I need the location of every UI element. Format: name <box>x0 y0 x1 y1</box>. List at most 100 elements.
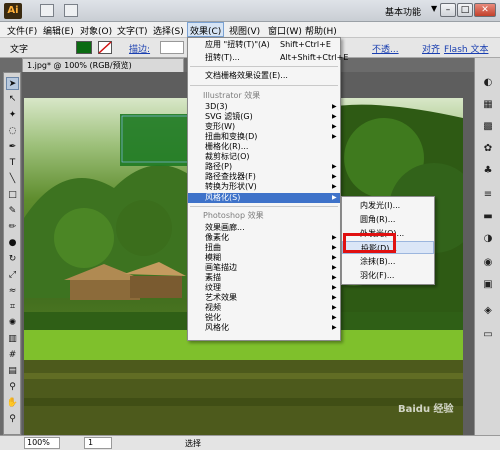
magic-wand-tool-icon[interactable]: ✦ <box>6 109 19 122</box>
ps-video-item[interactable]: 视频 ▶ <box>188 303 340 313</box>
ps-blur-item[interactable]: 模糊 ▶ <box>188 253 340 263</box>
gradient-panel-icon[interactable]: ▬ <box>481 210 495 223</box>
warp-tool-icon[interactable]: ≈ <box>6 285 19 298</box>
artboard-number: 1 <box>88 438 94 447</box>
last-effect-item[interactable]: 扭转(T)... Alt+Shift+Ctrl+E <box>188 53 348 63</box>
menu-separator <box>190 206 338 207</box>
ps-distort-item[interactable]: 扭曲 ▶ <box>188 243 340 253</box>
menu-file[interactable]: 文件(F) <box>7 24 37 37</box>
line-tool-icon[interactable]: ╲ <box>6 173 19 186</box>
stroke-label[interactable]: 描边: <box>129 42 150 55</box>
fill-color-swatch[interactable] <box>76 41 92 54</box>
paintbrush-tool-icon[interactable]: ✎ <box>6 205 19 218</box>
minimize-button[interactable]: – <box>440 3 456 17</box>
menu-type[interactable]: 文字(T) <box>117 24 148 37</box>
pen-tool-icon[interactable]: ✒ <box>6 141 19 154</box>
effect-menu: 应用 "扭转(T)"(A) Shift+Ctrl+E 扭转(T)... Alt+… <box>187 37 348 341</box>
pencil-tool-icon[interactable]: ✏ <box>6 221 19 234</box>
toolbox: ➤ ↖ ✦ ◌ ✒ T ╲ □ ✎ ✏ ● ↻ ⤢ ≈ ⌗ ✺ ▥ # ▤ ⚲ … <box>3 72 21 435</box>
scribble-item[interactable]: 涂抹(B)... <box>342 255 434 268</box>
color-panel-icon[interactable]: ◐ <box>481 76 495 89</box>
artboards-panel-icon[interactable]: ▭ <box>481 328 495 341</box>
layers-panel-icon[interactable]: ◈ <box>481 304 495 317</box>
feather-item[interactable]: 羽化(F)... <box>342 269 434 282</box>
align-link[interactable]: 对齐 <box>422 42 440 55</box>
round-corners-item[interactable]: 圆角(R)... <box>342 213 434 226</box>
eyedropper-tool-icon[interactable]: ⚲ <box>6 381 19 394</box>
app-logo: Ai <box>4 3 22 19</box>
symbol-sprayer-tool-icon[interactable]: ✺ <box>6 317 19 330</box>
effect-path-item[interactable]: 路径(P) ▶ <box>188 162 340 172</box>
menu-help[interactable]: 帮助(H) <box>305 24 337 37</box>
graphic-styles-panel-icon[interactable]: ▣ <box>481 278 495 291</box>
ps-effect-gallery-item[interactable]: 效果画廊... <box>188 223 340 233</box>
lasso-tool-icon[interactable]: ◌ <box>6 125 19 138</box>
stroke-weight-input[interactable] <box>160 41 184 54</box>
apply-last-effect-item[interactable]: 应用 "扭转(T)"(A) Shift+Ctrl+E <box>188 40 340 50</box>
menu-separator <box>190 66 338 67</box>
illustrator-effects-header: Illustrator 效果 <box>203 91 261 100</box>
mesh-tool-icon[interactable]: # <box>6 349 19 362</box>
rectangle-tool-icon[interactable]: □ <box>6 189 19 202</box>
maximize-button[interactable]: □ <box>457 3 473 17</box>
graph-tool-icon[interactable]: ▥ <box>6 333 19 346</box>
ps-texture-item[interactable]: 纹理 ▶ <box>188 283 340 293</box>
raster-settings-item[interactable]: 文档栅格效果设置(E)... <box>188 71 340 81</box>
bridge-icon[interactable] <box>40 4 54 17</box>
ps-artistic-item[interactable]: 艺术效果 ▶ <box>188 293 340 303</box>
brushes-panel-icon[interactable]: ✿ <box>481 142 495 155</box>
effect-convert-to-shape-item[interactable]: 转换为形状(V) ▶ <box>188 182 340 192</box>
zoom-tool-icon[interactable]: ⚲ <box>6 413 19 426</box>
tool-name-label: 文字 <box>10 45 29 55</box>
appearance-panel-icon[interactable]: ◉ <box>481 256 495 269</box>
current-tool-status: 选择 <box>185 439 201 448</box>
direct-selection-tool-icon[interactable]: ↖ <box>6 93 19 106</box>
inner-glow-item[interactable]: 内发光(I)... <box>342 199 434 212</box>
effect-warp-item[interactable]: 变形(W) ▶ <box>188 122 340 132</box>
menu-edit[interactable]: 编辑(E) <box>43 24 74 37</box>
ps-pixelate-item[interactable]: 像素化 ▶ <box>188 233 340 243</box>
ps-sharpen-item[interactable]: 锐化 ▶ <box>188 313 340 323</box>
scale-tool-icon[interactable]: ⤢ <box>6 269 19 282</box>
menu-bar: 文件(F) 编辑(E) 对象(O) 文字(T) 选择(S) 效果(C) 视图(V… <box>0 22 500 38</box>
title-bar: Ai 基本功能 ▼ – □ ✕ <box>0 0 500 22</box>
zoom-value: 100% <box>27 438 50 447</box>
workspace-switcher[interactable]: 基本功能 <box>385 5 421 18</box>
effect-rasterize-item[interactable]: 栅格化(R)... <box>188 142 340 152</box>
stroke-panel-icon[interactable]: ≡ <box>481 188 495 201</box>
symbols-panel-icon[interactable]: ♣ <box>481 164 495 177</box>
menu-view[interactable]: 视图(V) <box>229 24 260 37</box>
panel-dock: ◐ ▦ ▩ ✿ ♣ ≡ ▬ ◑ ◉ ▣ ◈ ▭ <box>474 58 500 435</box>
menu-object[interactable]: 对象(O) <box>80 24 112 37</box>
effect-3d-item[interactable]: 3D(3) ▶ <box>188 102 340 112</box>
ps-stylize-item[interactable]: 风格化 ▶ <box>188 323 340 333</box>
effect-svg-filters-item[interactable]: SVG 滤镜(G) ▶ <box>188 112 340 122</box>
effect-crop-marks-item[interactable]: 裁剪标记(O) <box>188 152 340 162</box>
effect-distort-transform-item[interactable]: 扭曲和变换(D) ▶ <box>188 132 340 142</box>
menu-window[interactable]: 窗口(W) <box>268 24 302 37</box>
swatches-panel-icon[interactable]: ▩ <box>481 120 495 133</box>
menu-select[interactable]: 选择(S) <box>153 24 184 37</box>
transparency-panel-icon[interactable]: ◑ <box>481 232 495 245</box>
photoshop-effects-header: Photoshop 效果 <box>203 211 264 220</box>
type-tool-icon[interactable]: T <box>6 157 19 170</box>
arrange-documents-icon[interactable] <box>64 4 78 17</box>
selection-tool-icon[interactable]: ➤ <box>6 77 19 90</box>
opacity-link[interactable]: 不透... <box>372 42 399 55</box>
menu-effect[interactable]: 效果(C) <box>187 22 225 37</box>
ps-brush-strokes-item[interactable]: 画笔描边 ▶ <box>188 263 340 273</box>
ps-sketch-item[interactable]: 素描 ▶ <box>188 273 340 283</box>
hand-tool-icon[interactable]: ✋ <box>6 397 19 410</box>
effect-pathfinder-item[interactable]: 路径查找器(F) ▶ <box>188 172 340 182</box>
free-transform-tool-icon[interactable]: ⌗ <box>6 301 19 314</box>
chevron-down-icon[interactable]: ▼ <box>431 4 437 13</box>
blob-brush-tool-icon[interactable]: ● <box>6 237 19 250</box>
effect-stylize-item[interactable]: 风格化(S) ▶ <box>188 193 340 203</box>
color-guide-icon[interactable]: ▦ <box>481 98 495 111</box>
document-tab[interactable]: 1.jpg* @ 100% (RGB/预览) <box>22 58 184 72</box>
menu-separator <box>190 85 338 86</box>
flash-text-link[interactable]: Flash 文本 <box>444 42 488 55</box>
gradient-tool-icon[interactable]: ▤ <box>6 365 19 378</box>
close-button[interactable]: ✕ <box>474 3 496 17</box>
rotate-tool-icon[interactable]: ↻ <box>6 253 19 266</box>
